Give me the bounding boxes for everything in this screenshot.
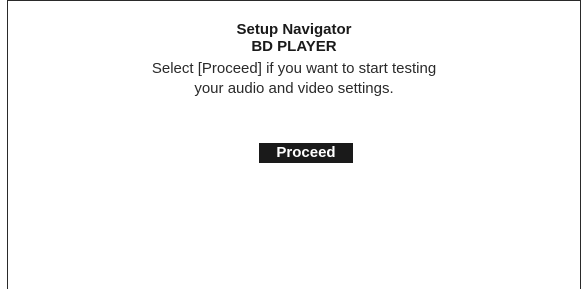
- setup-navigator-screen: Setup Navigator BD PLAYER Select [Procee…: [7, 0, 581, 289]
- device-name: BD PLAYER: [251, 38, 337, 55]
- page-title: Setup Navigator: [236, 21, 352, 38]
- instruction-text: Select [Proceed] if you want to start te…: [8, 59, 580, 99]
- instruction-line-2: your audio and video settings.: [194, 80, 394, 97]
- proceed-button[interactable]: Proceed: [259, 143, 353, 163]
- instruction-line-1: Select [Proceed] if you want to start te…: [151, 60, 437, 77]
